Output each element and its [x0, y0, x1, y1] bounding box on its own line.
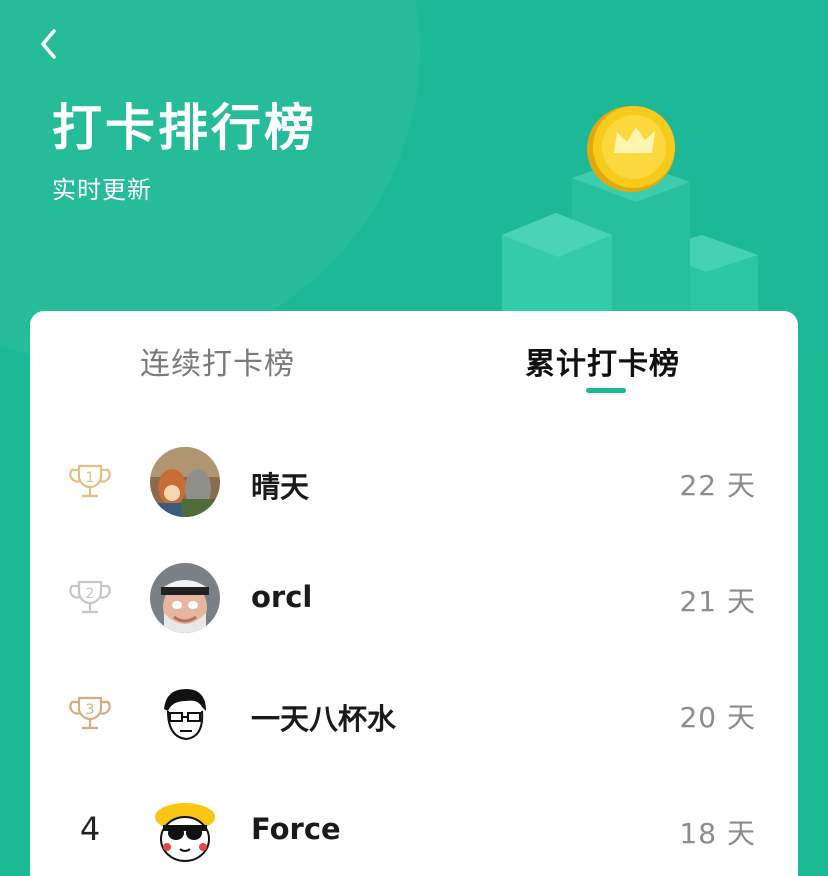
user-name: 晴天	[251, 470, 310, 504]
active-tab-indicator	[586, 388, 626, 393]
rank-number: 1	[86, 470, 95, 486]
chevron-left-icon	[41, 29, 56, 59]
avatar[interactable]	[150, 563, 220, 633]
gold-trophy-icon: 1	[69, 464, 111, 498]
user-name: 一天八杯水	[251, 702, 397, 736]
user-name: Force	[251, 812, 341, 846]
ranking-card: 连续打卡榜 累计打卡榜 1 晴天 22 天 2 orcl 21 天 3 一天八杯…	[30, 311, 798, 876]
ranking-row[interactable]: 3 一天八杯水 20 天	[30, 674, 798, 754]
tab-total-ranking[interactable]: 累计打卡榜	[525, 339, 680, 383]
avatar[interactable]	[150, 447, 220, 517]
page-title: 打卡排行榜	[52, 99, 317, 157]
check-in-days: 20 天	[679, 701, 756, 734]
header: 打卡排行榜 实时更新	[0, 0, 828, 360]
avatar[interactable]	[150, 795, 220, 865]
rank-number: 2	[86, 586, 95, 602]
rank-number: 4	[79, 810, 101, 848]
tab-streak-ranking[interactable]: 连续打卡榜	[140, 339, 295, 383]
page-subtitle: 实时更新	[52, 176, 152, 204]
ranking-row[interactable]: 2 orcl 21 天	[30, 558, 798, 638]
ranking-row[interactable]: 1 晴天 22 天	[30, 442, 798, 522]
back-button[interactable]	[36, 26, 66, 62]
avatar[interactable]	[150, 679, 220, 749]
check-in-days: 18 天	[679, 817, 756, 850]
check-in-days: 21 天	[679, 585, 756, 618]
ranking-row[interactable]: 4 Force 18 天	[30, 790, 798, 870]
user-name: orcl	[251, 580, 313, 614]
rank-number: 3	[86, 702, 95, 718]
check-in-days: 22 天	[679, 469, 756, 502]
bronze-trophy-icon: 3	[69, 696, 111, 730]
trophy-coin-illustration	[502, 106, 758, 325]
silver-trophy-icon: 2	[69, 580, 111, 614]
